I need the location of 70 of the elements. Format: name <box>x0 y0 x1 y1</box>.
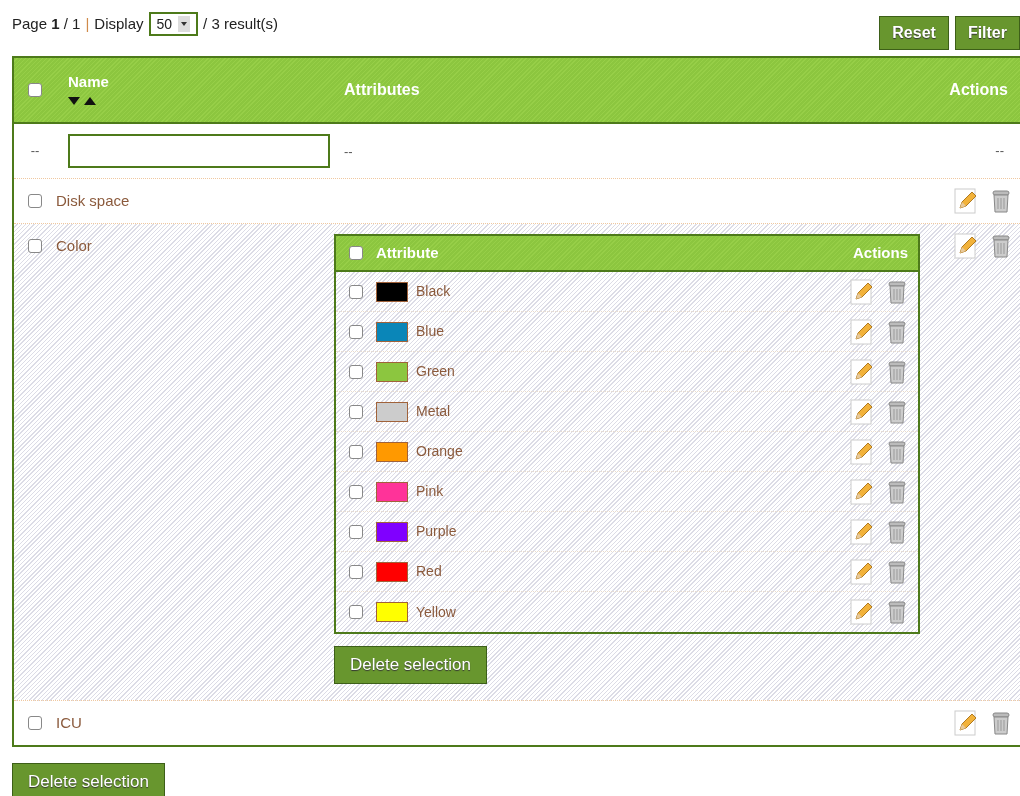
checkbox[interactable] <box>349 564 363 579</box>
checkbox[interactable] <box>349 324 363 339</box>
pencil-icon[interactable] <box>850 278 874 305</box>
column-header: Actions <box>853 242 909 263</box>
checkbox[interactable] <box>349 605 363 619</box>
checkbox[interactable] <box>28 239 42 253</box>
attribute-name: Black <box>416 282 452 301</box>
pencil-icon[interactable] <box>850 558 874 585</box>
attribute-name: Orange <box>416 442 464 461</box>
empty-filter-text: -- <box>995 143 1004 159</box>
checkbox[interactable] <box>349 246 363 260</box>
checkbox[interactable] <box>349 484 363 499</box>
empty-filter-text: -- <box>30 143 40 159</box>
per-page-select[interactable]: 50 <box>148 12 199 36</box>
attribute-name: Metal <box>416 402 452 421</box>
trash-icon[interactable] <box>992 234 1010 258</box>
pencil-icon[interactable] <box>954 710 978 736</box>
trash-icon[interactable] <box>888 319 906 344</box>
separator: | <box>85 13 90 34</box>
pencil-icon[interactable] <box>850 398 874 425</box>
pencil-icon[interactable] <box>954 233 978 259</box>
checkbox[interactable] <box>28 716 42 730</box>
attribute-name: Blue <box>416 322 446 341</box>
trash-icon[interactable] <box>888 479 906 504</box>
pencil-icon[interactable] <box>850 358 874 385</box>
display-label: Display <box>94 13 144 34</box>
trash-icon[interactable] <box>888 519 906 544</box>
pencil-icon[interactable] <box>850 318 874 345</box>
attribute-name: Red <box>416 562 443 581</box>
checkbox[interactable] <box>349 444 363 459</box>
trash-icon[interactable] <box>888 399 906 424</box>
checkbox[interactable] <box>349 404 363 419</box>
checkbox[interactable] <box>28 194 42 208</box>
delete-selection-button[interactable]: Delete selection <box>12 763 165 796</box>
trash-icon[interactable] <box>888 279 906 304</box>
result-count: / 3 result(s) <box>203 13 279 34</box>
pencil-icon[interactable] <box>850 478 874 505</box>
attribute-name: Green <box>416 362 456 381</box>
sort-descending-icon[interactable] <box>68 97 80 106</box>
row-name: ICU <box>56 712 83 733</box>
trash-icon[interactable] <box>888 439 906 464</box>
sort-ascending-icon[interactable] <box>84 97 96 106</box>
trash-icon[interactable] <box>888 600 906 624</box>
checkbox[interactable] <box>349 364 363 379</box>
column-header: Attribute <box>376 242 440 263</box>
column-header: Actions <box>949 80 1009 100</box>
trash-icon[interactable] <box>992 189 1010 213</box>
delete-selection-button[interactable]: Delete selection <box>334 646 487 684</box>
pencil-icon[interactable] <box>850 518 874 545</box>
row-name: Disk space <box>56 190 131 211</box>
checkbox[interactable] <box>349 524 363 539</box>
empty-filter-text: -- <box>344 144 353 160</box>
trash-icon[interactable] <box>888 359 906 384</box>
attribute-name: Purple <box>416 522 458 541</box>
trash-icon[interactable] <box>888 559 906 584</box>
pencil-icon[interactable] <box>850 599 874 625</box>
checkbox[interactable] <box>28 83 42 97</box>
column-header[interactable]: Name <box>68 70 334 94</box>
row-name: Color <box>56 235 93 256</box>
toolbar-button[interactable]: Filter <box>954 16 1020 50</box>
toolbar-button[interactable]: Reset <box>879 16 949 50</box>
checkbox[interactable] <box>349 284 363 299</box>
pencil-icon[interactable] <box>954 188 978 214</box>
pencil-icon[interactable] <box>850 438 874 465</box>
attribute-name: Pink <box>416 482 445 501</box>
trash-icon[interactable] <box>992 711 1010 735</box>
attribute-name: Yellow <box>416 602 457 622</box>
name-filter-field[interactable] <box>68 134 330 168</box>
column-header: Attributes <box>343 80 421 100</box>
page-indicator: Page 1 / 1 <box>12 13 81 34</box>
